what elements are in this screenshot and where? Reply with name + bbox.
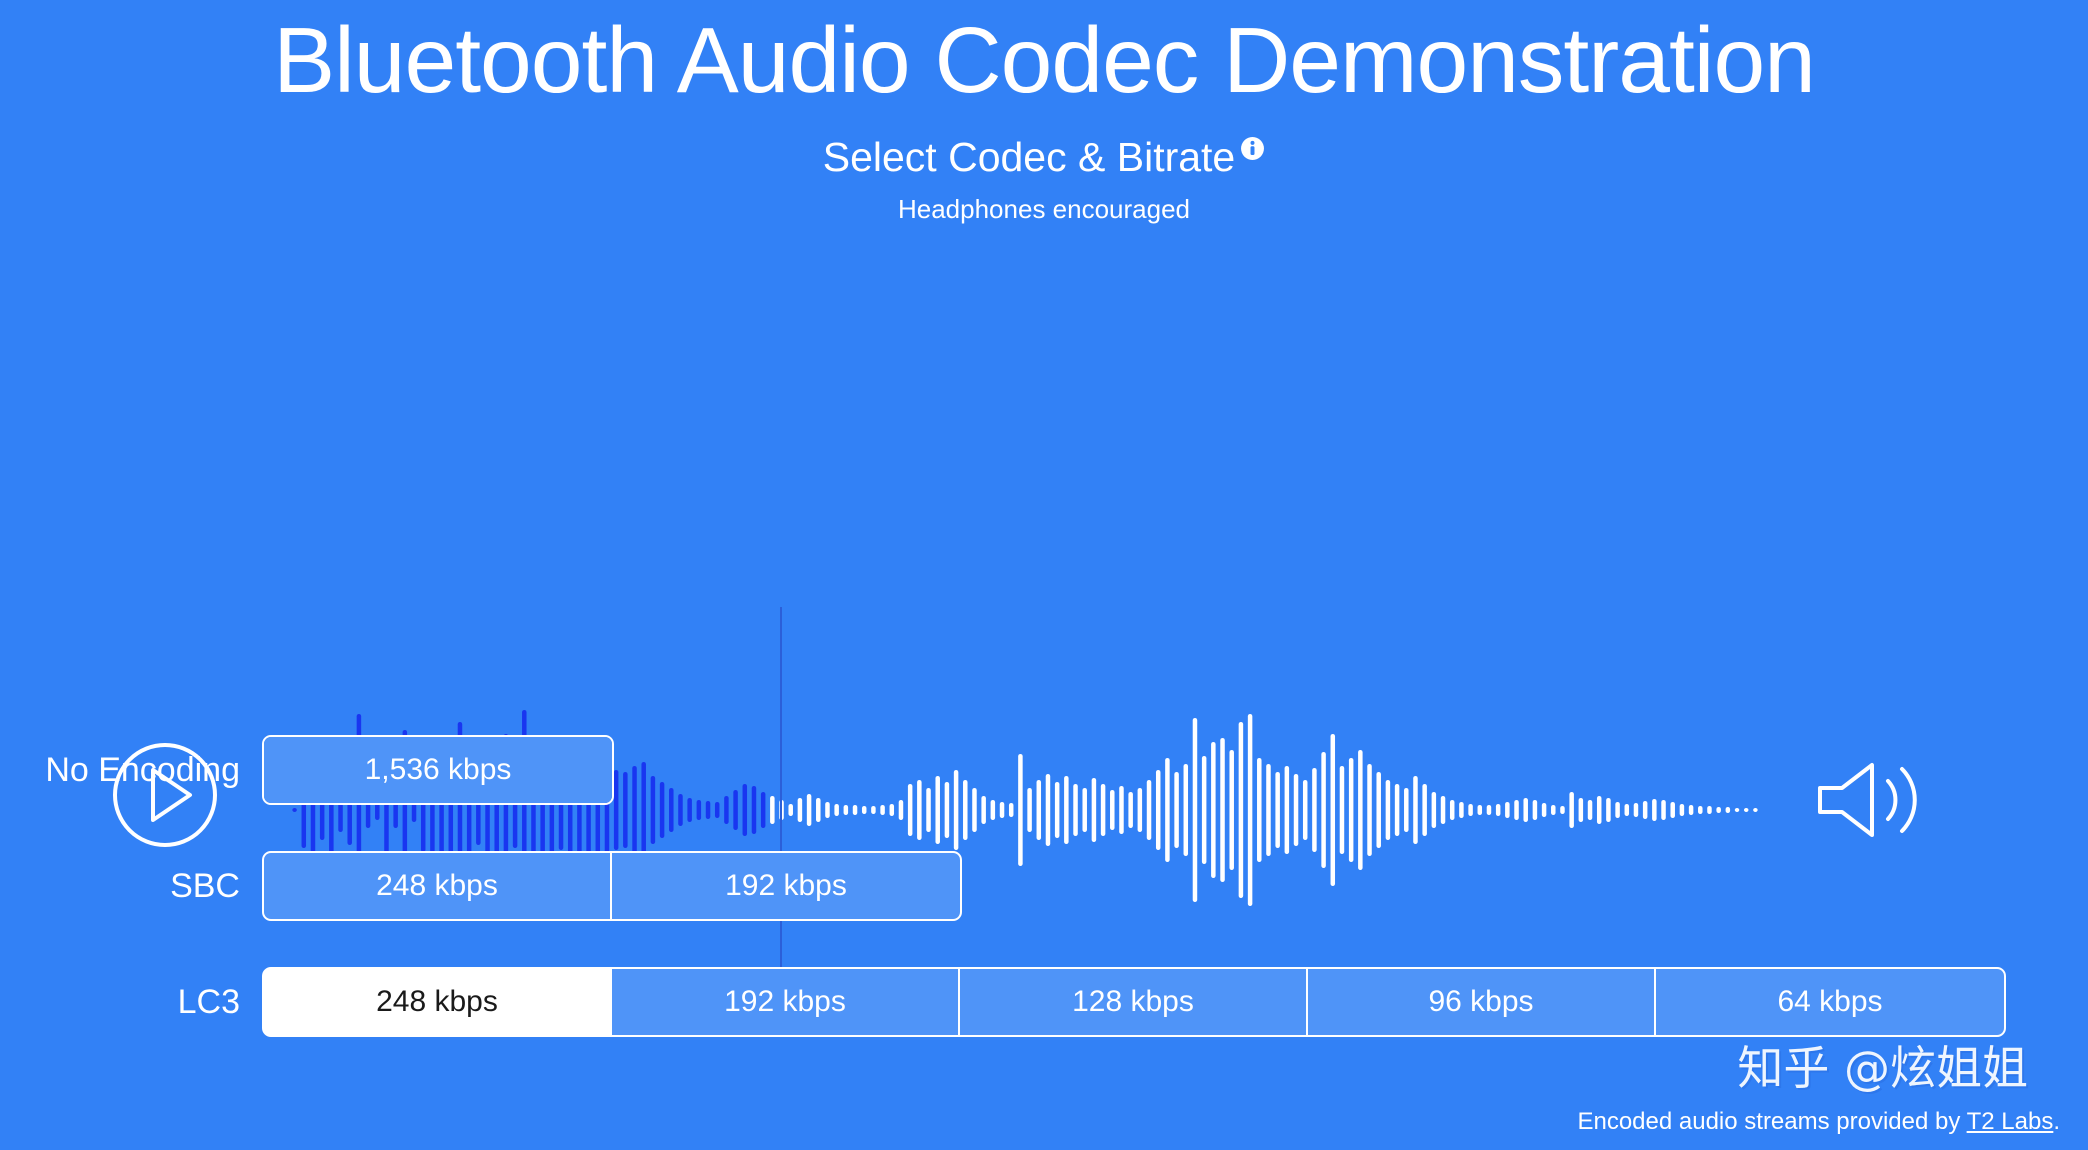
info-icon[interactable] <box>1240 136 1265 161</box>
codec-selector: No Encoding 1,536 kbps SBC 248 kbps 192 kbps… <box>0 735 2088 1083</box>
codec-row-sbc: SBC 248 kbps 192 kbps <box>0 851 2088 921</box>
footer-credit: Encoded audio streams provided by T2 Lab… <box>1577 1108 2060 1136</box>
page-title: Bluetooth Audio Codec Demonstration <box>273 8 1816 112</box>
t2-labs-link[interactable]: T2 Labs <box>1967 1108 2054 1135</box>
bitrate-option[interactable]: 96 kbps <box>1308 969 1656 1035</box>
bitrate-option[interactable]: 128 kbps <box>960 969 1308 1035</box>
subtitle-row: Select Codec & Bitrate <box>822 134 1265 180</box>
codec-label: No Encoding <box>45 750 240 789</box>
bitrate-option-group: 248 kbps 192 kbps 128 kbps 96 kbps 64 kbps <box>262 967 2006 1037</box>
bitrate-option[interactable]: 192 kbps <box>612 969 960 1035</box>
codec-row-lc3: LC3 248 kbps 192 kbps 128 kbps 96 kbps 64 kbp… <box>0 967 2088 1037</box>
codec-label: LC3 <box>177 982 240 1021</box>
bitrate-option[interactable]: 1,536 kbps <box>264 737 612 803</box>
footer-text-after: . <box>2053 1108 2060 1135</box>
bitrate-option[interactable]: 64 kbps <box>1656 969 2004 1035</box>
headphones-note: Headphones encouraged <box>897 194 1191 225</box>
watermark: 知乎 @炫姐姐 <box>1737 1041 2028 1095</box>
subtitle-block: Select Codec & Bitrate Headphones encour… <box>0 134 2088 225</box>
footer-text-before: Encoded audio streams provided by <box>1577 1108 1967 1135</box>
bitrate-option-group: 1,536 kbps <box>262 735 614 805</box>
bitrate-option[interactable]: 248 kbps <box>264 969 612 1035</box>
bitrate-option[interactable]: 248 kbps <box>264 853 612 919</box>
codec-row-no-encoding: No Encoding 1,536 kbps <box>0 735 2088 805</box>
bitrate-option[interactable]: 192 kbps <box>612 853 960 919</box>
codec-label: SBC <box>170 866 240 905</box>
audio-player <box>0 300 2088 1007</box>
bitrate-option-group: 248 kbps 192 kbps <box>262 851 962 921</box>
section-heading: Select Codec & Bitrate <box>822 134 1236 180</box>
